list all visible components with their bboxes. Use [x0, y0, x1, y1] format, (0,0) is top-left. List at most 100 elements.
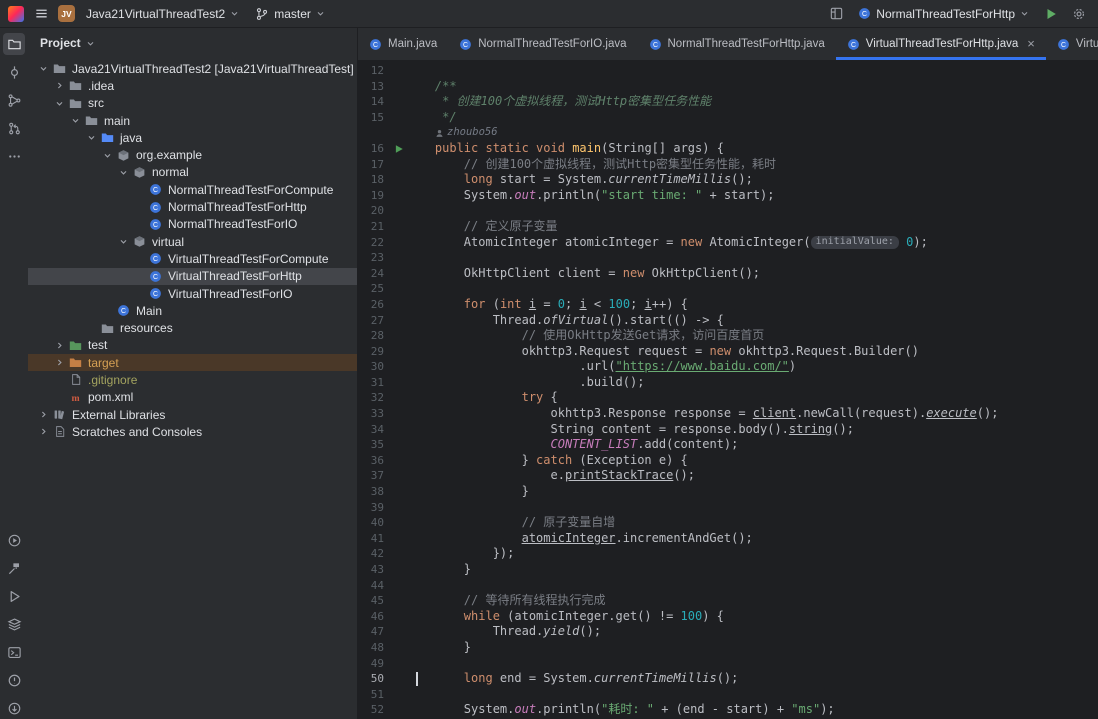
settings-icon[interactable] — [1068, 3, 1090, 25]
tree-item-normalthreadtestforhttp[interactable]: CNormalThreadTestForHttp — [28, 198, 357, 215]
tree-item-main[interactable]: CMain — [28, 302, 357, 319]
tree-item-test[interactable]: test — [28, 337, 357, 354]
run-dashboard-icon[interactable] — [3, 529, 25, 551]
code-line-29[interactable]: 29 okhttp3.Request request = new okhttp3… — [358, 344, 1098, 360]
terminal-tool-icon[interactable] — [3, 641, 25, 663]
code-line-41[interactable]: 41 atomicInteger.incrementAndGet(); — [358, 531, 1098, 547]
code-line-50[interactable]: 50 long end = System.currentTimeMillis()… — [358, 671, 1098, 687]
code-line-33[interactable]: 33 okhttp3.Response response = client.ne… — [358, 406, 1098, 422]
code-line-36[interactable]: 36 } catch (Exception e) { — [358, 453, 1098, 469]
code-line-26[interactable]: 26 for (int i = 0; i < 100; i++) { — [358, 297, 1098, 313]
tab-main-java[interactable]: CMain.java — [358, 28, 448, 60]
tree-toggle-icon[interactable] — [36, 410, 51, 419]
editor-content[interactable]: 1213 /**14 * 创建100个虚拟线程，测试Http密集型任务性能15 … — [358, 61, 1098, 719]
tree-item-virtualthreadtestforio[interactable]: CVirtualThreadTestForIO — [28, 285, 357, 302]
tree-toggle-icon[interactable] — [52, 99, 67, 108]
code-line-27[interactable]: 27 Thread.ofVirtual().start(() -> { — [358, 313, 1098, 329]
tree-item-java[interactable]: java — [28, 129, 357, 146]
version-control-tool-icon[interactable] — [3, 697, 25, 719]
tree-toggle-icon[interactable] — [68, 116, 83, 125]
code-line-49[interactable]: 49 — [358, 656, 1098, 672]
run-button[interactable] — [1040, 3, 1062, 25]
code-line-24[interactable]: 24 OkHttpClient client = new OkHttpClien… — [358, 266, 1098, 282]
code-line-40[interactable]: 40 // 原子变量自增 — [358, 515, 1098, 531]
tab-virtualthreadtestforio-java[interactable]: CVirtualThreadTestForIO.java — [1046, 28, 1098, 60]
code-inlay-line[interactable]: zhoubo56 — [358, 125, 1098, 141]
tree-item-normalthreadtestforcompute[interactable]: CNormalThreadTestForCompute — [28, 181, 357, 198]
code-line-38[interactable]: 38 } — [358, 484, 1098, 500]
tab-normalthreadtestforio-java[interactable]: CNormalThreadTestForIO.java — [448, 28, 637, 60]
code-line-48[interactable]: 48 } — [358, 640, 1098, 656]
code-line-51[interactable]: 51 — [358, 687, 1098, 703]
code-line-42[interactable]: 42 }); — [358, 546, 1098, 562]
code-line-45[interactable]: 45 // 等待所有线程执行完成 — [358, 593, 1098, 609]
tab-virtualthreadtestforhttp-java[interactable]: CVirtualThreadTestForHttp.java× — [836, 28, 1046, 60]
tool-windows-icon[interactable] — [825, 3, 847, 25]
code-line-28[interactable]: 28 // 使用OkHttp发送Get请求，访问百度首页 — [358, 328, 1098, 344]
code-line-34[interactable]: 34 String content = response.body().stri… — [358, 422, 1098, 438]
tree-item-virtualthreadtestforcompute[interactable]: CVirtualThreadTestForCompute — [28, 250, 357, 267]
problems-tool-icon[interactable] — [3, 669, 25, 691]
tree-item-gitignore[interactable]: .gitignore — [28, 371, 357, 388]
code-line-35[interactable]: 35 CONTENT_LIST.add(content); — [358, 437, 1098, 453]
tree-toggle-icon[interactable] — [36, 427, 51, 436]
code-line-12[interactable]: 12 — [358, 63, 1098, 79]
tree-item-normal[interactable]: normal — [28, 164, 357, 181]
tree-item-resources[interactable]: resources — [28, 319, 357, 336]
code-line-20[interactable]: 20 — [358, 203, 1098, 219]
tree-item-org-example[interactable]: org.example — [28, 146, 357, 163]
code-line-22[interactable]: 22 AtomicInteger atomicInteger = new Ato… — [358, 235, 1098, 251]
tree-item-java21virtualthreadtest2-java21virtualthreadtest[interactable]: Java21VirtualThreadTest2 [Java21VirtualT… — [28, 60, 357, 77]
code-line-16[interactable]: 16 public static void main(String[] args… — [358, 141, 1098, 157]
code-line-31[interactable]: 31 .build(); — [358, 375, 1098, 391]
code-line-19[interactable]: 19 System.out.println("start time: " + s… — [358, 188, 1098, 204]
tree-toggle-icon[interactable] — [116, 168, 131, 177]
pull-requests-tool-icon[interactable] — [3, 117, 25, 139]
structure-tool-icon[interactable] — [3, 89, 25, 111]
tree-toggle-icon[interactable] — [36, 64, 51, 73]
project-tool-icon[interactable] — [3, 33, 25, 55]
tree-item-pom-xml[interactable]: mpom.xml — [28, 389, 357, 406]
code-line-17[interactable]: 17 // 创建100个虚拟线程，测试Http密集型任务性能，耗时 — [358, 157, 1098, 173]
tree-item-main[interactable]: main — [28, 112, 357, 129]
author-inlay[interactable]: zhoubo56 — [406, 125, 498, 141]
code-line-37[interactable]: 37 e.printStackTrace(); — [358, 468, 1098, 484]
code-line-25[interactable]: 25 — [358, 281, 1098, 297]
code-line-32[interactable]: 32 try { — [358, 390, 1098, 406]
project-selector[interactable]: Java21VirtualThreadTest2 — [81, 5, 244, 23]
code-line-43[interactable]: 43 } — [358, 562, 1098, 578]
services-tool-icon[interactable] — [3, 613, 25, 635]
project-panel-header[interactable]: Project — [28, 28, 357, 58]
tree-toggle-icon[interactable] — [116, 237, 131, 246]
code-line-46[interactable]: 46 while (atomicInteger.get() != 100) { — [358, 609, 1098, 625]
tree-item-normalthreadtestforio[interactable]: CNormalThreadTestForIO — [28, 216, 357, 233]
tree-item-target[interactable]: target — [28, 354, 357, 371]
tree-toggle-icon[interactable] — [84, 133, 99, 142]
tab-normalthreadtestforhttp-java[interactable]: CNormalThreadTestForHttp.java — [638, 28, 836, 60]
code-line-47[interactable]: 47 Thread.yield(); — [358, 624, 1098, 640]
code-line-15[interactable]: 15 */ — [358, 110, 1098, 126]
code-line-21[interactable]: 21 // 定义原子变量 — [358, 219, 1098, 235]
hamburger-menu-icon[interactable] — [30, 3, 52, 25]
run-config-selector[interactable]: CNormalThreadTestForHttp — [853, 5, 1034, 23]
tree-item-scratches-and-consoles[interactable]: Scratches and Consoles — [28, 423, 357, 440]
run-tool-icon[interactable] — [3, 585, 25, 607]
code-line-18[interactable]: 18 long start = System.currentTimeMillis… — [358, 172, 1098, 188]
code-line-23[interactable]: 23 — [358, 250, 1098, 266]
tree-toggle-icon[interactable] — [52, 341, 67, 350]
code-line-30[interactable]: 30 .url("https://www.baidu.com/") — [358, 359, 1098, 375]
tree-toggle-icon[interactable] — [52, 81, 67, 90]
code-line-14[interactable]: 14 * 创建100个虚拟线程，测试Http密集型任务性能 — [358, 94, 1098, 110]
run-gutter-icon[interactable] — [392, 144, 406, 154]
tree-toggle-icon[interactable] — [100, 151, 115, 160]
tree-item-virtual[interactable]: virtual — [28, 233, 357, 250]
code-line-39[interactable]: 39 — [358, 500, 1098, 516]
tree-item-src[interactable]: src — [28, 95, 357, 112]
code-line-13[interactable]: 13 /** — [358, 79, 1098, 95]
build-tool-icon[interactable] — [3, 557, 25, 579]
commit-tool-icon[interactable] — [3, 61, 25, 83]
tree-item-idea[interactable]: .idea — [28, 77, 357, 94]
branch-selector[interactable]: master — [250, 5, 330, 23]
tree-item-virtualthreadtestforhttp[interactable]: CVirtualThreadTestForHttp — [28, 268, 357, 285]
close-tab-icon[interactable]: × — [1027, 39, 1035, 49]
